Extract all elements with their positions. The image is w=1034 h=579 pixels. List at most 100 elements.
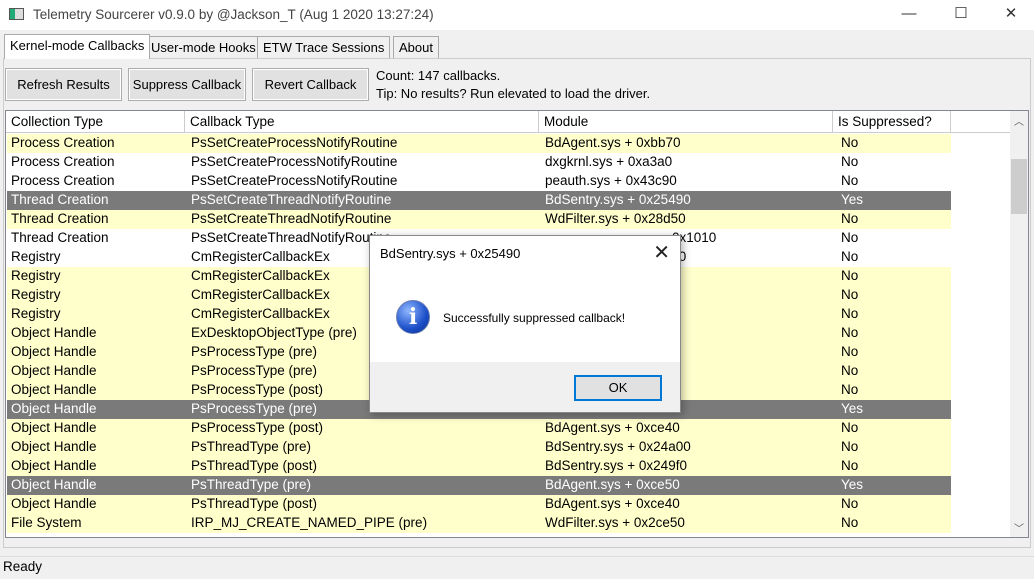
ok-button[interactable]: OK xyxy=(574,375,662,401)
cell-module: BdAgent.sys + 0xce40 xyxy=(545,496,680,511)
cell-collection-type: Thread Creation xyxy=(11,230,109,245)
tab-etw-trace-sessions[interactable]: ETW Trace Sessions xyxy=(257,36,391,58)
cell-callback-type: PsSetCreateThreadNotifyRoutine xyxy=(191,192,392,207)
cell-callback-type: PsProcessType (pre) xyxy=(191,344,318,359)
table-row[interactable]: File System IRP_MJ_CREATE_NAMED_PIPE (pre… xyxy=(7,514,951,533)
cell-is-suppressed: No xyxy=(841,173,859,188)
vertical-scrollbar[interactable]: ︿ ﹀ xyxy=(1010,111,1028,537)
table-row[interactable]: Object Handle PsThreadType (pre) BdAgent.s… xyxy=(7,476,951,495)
tab-about[interactable]: About xyxy=(393,36,439,58)
cell-collection-type: Registry xyxy=(11,287,61,302)
cell-collection-type: Object Handle xyxy=(11,477,97,492)
cell-is-suppressed: No xyxy=(841,420,859,435)
cell-callback-type: PsThreadType (pre) xyxy=(191,439,312,454)
cell-callback-type: PsThreadType (pre) xyxy=(191,477,312,492)
cell-callback-type: CmRegisterCallbackEx xyxy=(191,268,330,283)
info-icon: i xyxy=(396,300,430,334)
message-dialog: BdSentry.sys + 0x25490 ✕ i Successfully … xyxy=(369,235,681,413)
dialog-close-button[interactable]: ✕ xyxy=(653,240,670,265)
table-row[interactable]: Object Handle PsThreadType (post) BdAgent.… xyxy=(7,495,951,514)
cell-callback-type: PsSetCreateThreadNotifyRoutine xyxy=(191,230,392,245)
cell-is-suppressed: No xyxy=(841,363,859,378)
cell-collection-type: Object Handle xyxy=(11,401,97,416)
maximize-button[interactable]: ☐ xyxy=(938,0,984,30)
close-button[interactable]: ✕ xyxy=(988,0,1034,30)
tip-text: Tip: No results? Run elevated to load th… xyxy=(376,86,651,101)
cell-collection-type: Registry xyxy=(11,268,61,283)
cell-collection-type: Object Handle xyxy=(11,458,97,473)
cell-is-suppressed: No xyxy=(841,306,859,321)
column-header-callback-type[interactable]: Callback Type xyxy=(185,111,539,133)
tab-user-mode-hooks[interactable]: User-mode Hooks xyxy=(145,36,262,58)
app-icon xyxy=(9,8,24,20)
tab-kernel-mode-callbacks[interactable]: Kernel-mode Callbacks xyxy=(4,34,151,59)
cell-callback-type: PsThreadType (post) xyxy=(191,496,318,511)
status-bar: Ready xyxy=(0,556,1034,579)
cell-is-suppressed: No xyxy=(841,249,859,264)
cell-callback-type: PsSetCreateThreadNotifyRoutine xyxy=(191,211,392,226)
cell-collection-type: Object Handle xyxy=(11,363,97,378)
cell-collection-type: Thread Creation xyxy=(11,192,109,207)
cell-module: BdAgent.sys + 0xce50 xyxy=(545,477,680,492)
cell-module: BdAgent.sys + 0xbb70 xyxy=(545,135,681,150)
cell-is-suppressed: No xyxy=(841,515,859,530)
cell-module: WdFilter.sys + 0x2ce50 xyxy=(545,515,685,530)
cell-callback-type: PsProcessType (pre) xyxy=(191,401,318,416)
cell-collection-type: Thread Creation xyxy=(11,211,109,226)
cell-module: WdFilter.sys + 0x28d50 xyxy=(545,211,686,226)
cell-collection-type: Object Handle xyxy=(11,344,97,359)
cell-module: BdSentry.sys + 0x25490 xyxy=(545,192,691,207)
column-header-is-suppressed[interactable]: Is Suppressed? xyxy=(833,111,951,133)
dialog-footer: OK xyxy=(370,362,680,412)
revert-callback-button[interactable]: Revert Callback xyxy=(252,68,369,101)
cell-callback-type: CmRegisterCallbackEx xyxy=(191,287,330,302)
table-row[interactable]: Object Handle PsThreadType (post) BdSentry… xyxy=(7,457,951,476)
cell-is-suppressed: No xyxy=(841,287,859,302)
cell-collection-type: Registry xyxy=(11,249,61,264)
cell-callback-type: CmRegisterCallbackEx xyxy=(191,306,330,321)
scroll-up-icon[interactable]: ︿ xyxy=(1010,113,1028,128)
title-bar: Telemetry Sourcerer v0.9.0 by @Jackson_T… xyxy=(0,0,1034,30)
cell-collection-type: Process Creation xyxy=(11,173,115,188)
cell-collection-type: Object Handle xyxy=(11,325,97,340)
cell-module: peauth.sys + 0x43c90 xyxy=(545,173,677,188)
cell-collection-type: File System xyxy=(11,515,82,530)
cell-callback-type: PsSetCreateProcessNotifyRoutine xyxy=(191,173,398,188)
refresh-results-button[interactable]: Refresh Results xyxy=(5,68,122,101)
table-row[interactable]: Process Creation PsSetCreateProcessNotify… xyxy=(7,134,951,153)
dialog-message: Successfully suppressed callback! xyxy=(443,311,626,325)
scrollbar-thumb[interactable] xyxy=(1011,159,1027,214)
cell-collection-type: Object Handle xyxy=(11,496,97,511)
cell-callback-type: CmRegisterCallbackEx xyxy=(191,249,330,264)
cell-callback-type: PsProcessType (post) xyxy=(191,382,324,397)
cell-callback-type: PsProcessType (post) xyxy=(191,420,324,435)
column-header-module[interactable]: Module xyxy=(539,111,833,133)
cell-is-suppressed: No xyxy=(841,344,859,359)
table-row[interactable]: Thread Creation PsSetCreateThreadNotifyRo… xyxy=(7,191,951,210)
table-row[interactable]: Object Handle PsProcessType (post) BdAgent… xyxy=(7,419,951,438)
cell-module: BdSentry.sys + 0x249f0 xyxy=(545,458,687,473)
column-header-empty xyxy=(951,111,1011,133)
scroll-down-icon[interactable]: ﹀ xyxy=(1010,520,1028,535)
cell-collection-type: Process Creation xyxy=(11,135,115,150)
cell-is-suppressed: No xyxy=(841,211,859,226)
cell-is-suppressed: No xyxy=(841,135,859,150)
cell-collection-type: Object Handle xyxy=(11,439,97,454)
table-row[interactable]: Object Handle PsThreadType (pre) BdSentry.… xyxy=(7,438,951,457)
cell-callback-type: PsThreadType (post) xyxy=(191,458,318,473)
cell-collection-type: Object Handle xyxy=(11,420,97,435)
cell-callback-type: ExDesktopObjectType (pre) xyxy=(191,325,357,340)
cell-callback-type: PsProcessType (pre) xyxy=(191,363,318,378)
cell-callback-type: IRP_MJ_CREATE_NAMED_PIPE (pre) xyxy=(191,515,428,530)
column-header-collection-type[interactable]: Collection Type xyxy=(6,111,185,133)
cell-is-suppressed: No xyxy=(841,268,859,283)
table-row[interactable]: Process Creation PsSetCreateProcessNotify… xyxy=(7,153,951,172)
suppress-callback-button[interactable]: Suppress Callback xyxy=(128,68,246,101)
cell-callback-type: PsSetCreateProcessNotifyRoutine xyxy=(191,135,398,150)
callback-count: Count: 147 callbacks. xyxy=(376,68,501,83)
minimize-button[interactable]: — xyxy=(886,0,932,30)
cell-module: BdSentry.sys + 0x24a00 xyxy=(545,439,691,454)
table-row[interactable]: Process Creation PsSetCreateProcessNotify… xyxy=(7,172,951,191)
cell-callback-type: PsSetCreateProcessNotifyRoutine xyxy=(191,154,398,169)
table-row[interactable]: Thread Creation PsSetCreateThreadNotifyRo… xyxy=(7,210,951,229)
